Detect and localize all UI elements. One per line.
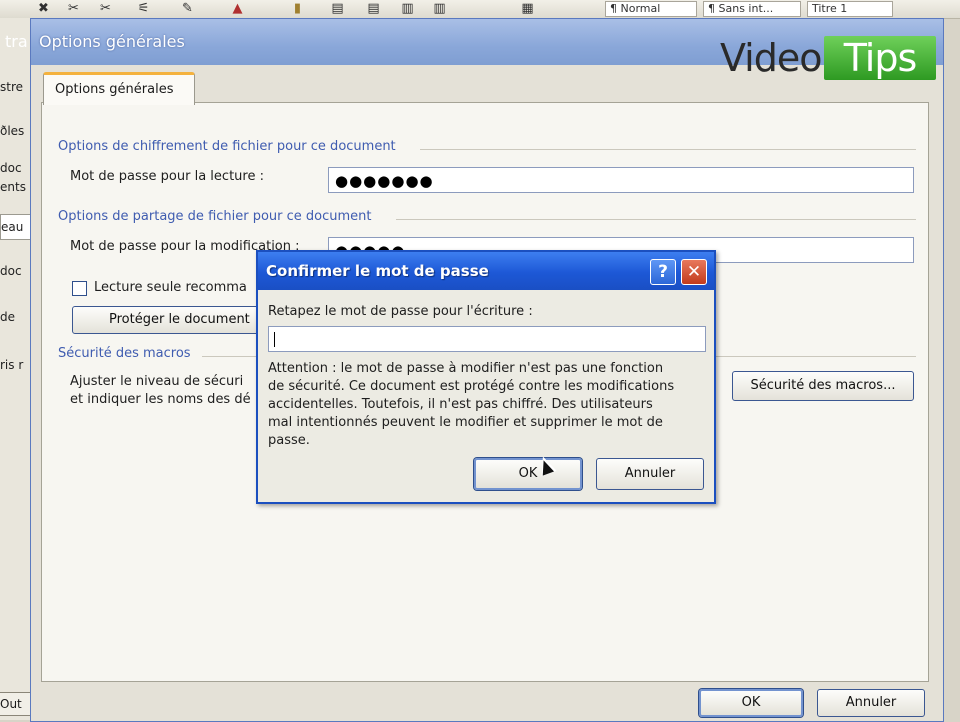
cancel-button[interactable]: Annuler <box>817 689 925 717</box>
left-pane-bottom-button[interactable]: Out <box>0 692 31 716</box>
readonly-label: Lecture seule recomma <box>94 280 247 295</box>
indent-icon[interactable]: ▥ <box>400 1 415 16</box>
macro-description-line2: et indiquer les noms des dé <box>70 392 251 407</box>
background-title-fragment: tra <box>5 32 28 51</box>
text-caret <box>274 332 275 347</box>
sharing-group-label: Options de partage de fichier pour ce do… <box>58 209 372 224</box>
left-pane-item[interactable]: doc <box>0 161 32 176</box>
macro-security-button[interactable]: Sécurité des macros... <box>732 371 914 401</box>
tab-label: Options générales <box>55 82 174 97</box>
left-pane-item[interactable]: stre <box>0 80 32 95</box>
app-toolbar: ✖ ✂ ✂ ⚟ ✎ ▲ ▮ ▤ ▤ ▥ ▥ ▦ ¶ Normal ¶ Sans … <box>0 0 960 19</box>
highlight-icon[interactable]: ▮ <box>290 1 305 16</box>
macro-description-line1: Ajuster le niveau de sécuri <box>70 374 244 389</box>
read-password-label: Mot de passe pour la lecture : <box>70 169 264 184</box>
help-icon[interactable]: ? <box>650 259 676 285</box>
style-box-titre1[interactable]: Titre 1 <box>807 1 893 17</box>
confirm-dialog-titlebar[interactable]: Confirmer le mot de passe ? ✕ <box>258 252 714 290</box>
warning-line: de sécurité. Ce document est protégé con… <box>268 379 675 394</box>
confirm-prompt: Retapez le mot de passe pour l'écriture … <box>268 304 533 319</box>
macro-group-label: Sécurité des macros <box>58 346 191 361</box>
group-divider <box>396 219 916 220</box>
ok-button[interactable]: OK <box>699 689 803 717</box>
font-color-icon[interactable]: ▲ <box>230 1 245 16</box>
confirm-password-dialog: Confirmer le mot de passe ? ✕ Retapez le… <box>256 250 716 504</box>
warning-line: Attention : le mot de passe à modifier n… <box>268 361 664 376</box>
left-pane-item[interactable]: de <box>0 310 32 325</box>
paste-icon[interactable]: ⚟ <box>136 1 151 16</box>
left-pane-item[interactable]: doc <box>0 264 32 279</box>
protect-document-button[interactable]: Protéger le document <box>72 306 272 334</box>
watermark-video: Video <box>720 36 822 80</box>
left-pane-item[interactable]: ents <box>0 180 32 195</box>
encryption-group-label: Options de chiffrement de fichier pour c… <box>58 139 396 154</box>
style-box-sans-interligne[interactable]: ¶ Sans int... <box>703 1 801 17</box>
confirm-dialog-title: Confirmer le mot de passe <box>266 262 489 280</box>
tab-options-generales[interactable]: Options générales <box>43 72 195 105</box>
confirm-cancel-button[interactable]: Annuler <box>596 458 704 490</box>
outdent-icon[interactable]: ▥ <box>432 1 447 16</box>
readonly-checkbox[interactable] <box>72 281 87 296</box>
left-pane-item[interactable]: ris r <box>0 358 32 373</box>
warning-line: mal intentionnés peuvent le modifier et … <box>268 415 663 430</box>
options-dialog-title: Options générales <box>39 32 185 51</box>
bullets-icon[interactable]: ▤ <box>330 1 345 16</box>
warning-line: passe. <box>268 433 310 448</box>
confirm-password-input[interactable] <box>268 326 706 352</box>
confirm-ok-button[interactable]: OK <box>474 458 582 490</box>
style-icon[interactable]: ▦ <box>520 1 535 16</box>
left-pane-item[interactable]: ðles <box>0 124 32 139</box>
read-password-field[interactable]: ●●●●●●● <box>328 167 914 193</box>
close-icon[interactable]: ✕ <box>681 259 707 285</box>
watermark-tips: Tips <box>824 36 936 80</box>
bold-icon[interactable]: ✖ <box>36 1 51 16</box>
warning-line: accidentelles. Toutefois, il n'est pas c… <box>268 397 653 412</box>
copy-icon[interactable]: ✂ <box>98 1 113 16</box>
format-painter-icon[interactable]: ✎ <box>180 1 195 16</box>
cut-icon[interactable]: ✂ <box>66 1 81 16</box>
left-pane-item[interactable]: eau <box>0 214 34 240</box>
style-box-normal[interactable]: ¶ Normal <box>605 1 697 17</box>
numbering-icon[interactable]: ▤ <box>366 1 381 16</box>
group-divider <box>420 149 916 150</box>
